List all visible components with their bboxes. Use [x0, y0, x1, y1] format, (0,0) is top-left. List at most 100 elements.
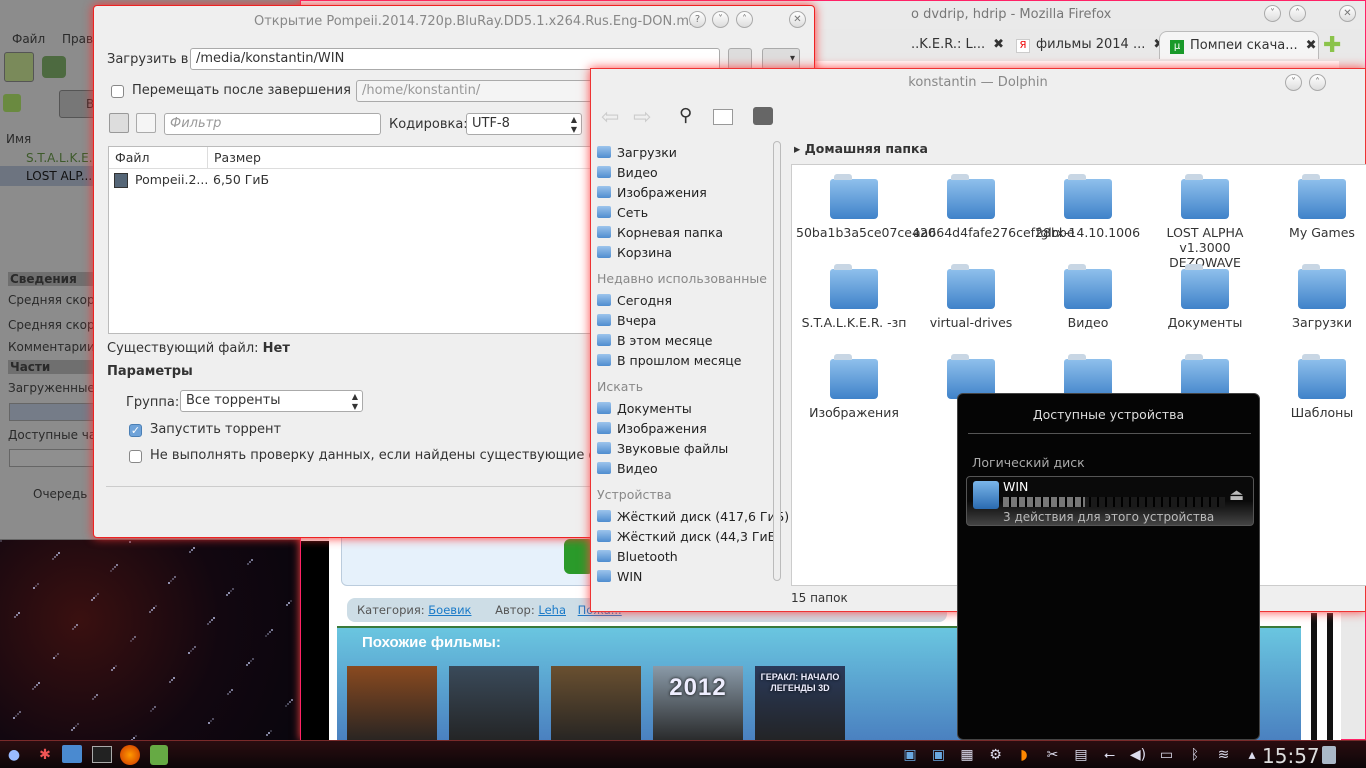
folder-item[interactable]: LOST ALPHA v1.3000 DEZOWAVE — [1147, 174, 1263, 270]
move-to-input[interactable]: /home/konstantin/ — [356, 80, 596, 102]
group-select[interactable]: Все торренты ▲ ▼ — [180, 390, 363, 412]
sidebar-scrollbar[interactable] — [773, 141, 781, 581]
forward-icon[interactable]: ⇨ — [633, 105, 651, 130]
usb-icon[interactable]: ⭠ — [1098, 747, 1122, 763]
file-manager-icon[interactable] — [62, 745, 82, 763]
folder-item[interactable]: Загрузки — [1264, 264, 1366, 330]
folder-item[interactable]: fglrx-14.10.1006 — [1030, 174, 1146, 240]
add-icon[interactable] — [3, 94, 21, 112]
arrow-up-icon[interactable]: ▴ — [1240, 747, 1264, 763]
sidebar-item[interactable]: В этом месяце — [597, 331, 712, 351]
flag-us-icon[interactable]: ▤ — [1069, 747, 1093, 763]
save-to-input[interactable]: /media/konstantin/WIN — [190, 48, 720, 70]
breadcrumb[interactable]: ▸ Домашняя папка — [794, 141, 928, 156]
movie-poster[interactable]: 2012 — [653, 666, 743, 746]
trash-icon[interactable] — [1322, 746, 1336, 764]
folder-item[interactable]: Шаблоны — [1264, 354, 1366, 420]
sidebar-item[interactable]: Загрузки — [597, 143, 677, 163]
start-torrent-checkbox[interactable]: ✓ — [129, 424, 142, 437]
sidebar-item[interactable]: Жёсткий диск (44,3 ГиБ) — [597, 527, 781, 547]
queue-tab[interactable]: Очередь — [33, 487, 87, 501]
menu-file[interactable]: Файл — [12, 32, 45, 46]
close-button[interactable]: ✕ — [789, 11, 806, 28]
filter-input[interactable]: Фильтр — [164, 113, 381, 135]
sidebar-item[interactable]: Документы — [597, 399, 692, 419]
scissors-icon[interactable]: ✂ — [1041, 747, 1065, 763]
tab-yandex[interactable]: Яфильмы 2014 ...✖ — [1006, 31, 1164, 59]
sidebar-item[interactable]: Жёсткий диск (417,6 ГиБ) — [597, 507, 789, 527]
sidebar-item[interactable]: Видео — [597, 459, 658, 479]
move-after-checkbox[interactable] — [111, 85, 124, 98]
tab-pompeii[interactable]: µ Помпеи скача... ✖ — [1159, 31, 1319, 59]
maximize-button[interactable]: ˄ — [736, 11, 753, 28]
display-icon[interactable]: ▭ — [1155, 747, 1179, 763]
new-tab-button[interactable]: ✚ — [1323, 33, 1341, 58]
folder-item[interactable]: Изображения — [796, 354, 912, 420]
volume-icon[interactable]: ◀) — [1126, 747, 1150, 763]
folder-item[interactable]: Документы — [1147, 264, 1263, 330]
movie-poster[interactable] — [551, 666, 641, 746]
minimize-button[interactable]: ˅ — [1285, 74, 1302, 91]
kickoff-menu-icon[interactable]: ● — [4, 747, 24, 763]
folder-item[interactable]: S.T.A.L.K.E.R. -зп — [796, 264, 912, 330]
close-button[interactable]: ✕ — [1339, 5, 1356, 22]
view-mode-icon[interactable] — [713, 109, 733, 125]
device-item-win[interactable]: WIN 3 действия для этого устройства ⏏ — [966, 476, 1254, 526]
add-torrent-toolbar-icon[interactable] — [4, 52, 34, 82]
help-button[interactable]: ? — [689, 11, 706, 28]
window-icon[interactable]: ▦ — [955, 747, 979, 763]
minimize-button[interactable]: ˅ — [1264, 5, 1281, 22]
maximize-button[interactable]: ˄ — [1289, 5, 1306, 22]
browse-folder-button[interactable] — [728, 48, 752, 70]
eject-icon[interactable]: ⏏ — [1229, 485, 1244, 504]
tree-view-icon[interactable] — [109, 113, 129, 133]
minimize-button[interactable]: ˅ — [712, 11, 729, 28]
tab-stalker[interactable]: ..K.E.R.: L... ✖ — [901, 31, 1004, 59]
clock[interactable]: 15:57 — [1262, 744, 1320, 768]
author-link[interactable]: Leha — [538, 603, 566, 617]
plugin-icon[interactable] — [42, 56, 66, 78]
sidebar-item[interactable]: Изображения — [597, 419, 707, 439]
folder-item[interactable]: 50ba1b3a5ce07ce420 — [796, 174, 936, 240]
search-icon[interactable]: ⚲ — [679, 105, 692, 126]
settings-icon[interactable]: ⚙ — [984, 747, 1008, 763]
sidebar-item[interactable]: Сегодня — [597, 291, 672, 311]
android-icon[interactable] — [150, 745, 168, 765]
tab-close-icon[interactable]: ✖ — [993, 37, 1004, 52]
folder-item[interactable]: Видео — [1030, 264, 1146, 330]
sidebar-item[interactable]: Сеть — [597, 203, 648, 223]
sidebar-item[interactable]: В прошлом месяце — [597, 351, 742, 371]
column-file[interactable]: Файл — [115, 147, 150, 169]
tab-close-icon[interactable]: ✖ — [1306, 38, 1317, 53]
folder-item[interactable]: virtual-drives — [913, 264, 1029, 330]
wifi-icon[interactable]: ≋ — [1212, 747, 1236, 763]
back-icon[interactable]: ⇦ — [601, 105, 619, 130]
column-name[interactable]: Имя — [6, 132, 31, 146]
movie-poster[interactable] — [347, 666, 437, 746]
column-size[interactable]: Размер — [207, 147, 261, 169]
kde-icon[interactable]: ✱ — [34, 747, 56, 763]
settings-icon[interactable] — [753, 107, 773, 125]
folder-item[interactable]: My Games — [1264, 174, 1366, 240]
clementine-icon[interactable]: ◗ — [1012, 747, 1036, 763]
sidebar-item[interactable]: Корзина — [597, 243, 672, 263]
torrent-row-selected[interactable]: LOST ALP... — [26, 169, 92, 183]
sidebar-item[interactable]: Bluetooth — [597, 547, 678, 567]
folder-item[interactable]: aa664d4fafe276cef28bbe — [913, 174, 1075, 240]
sidebar-item[interactable]: Звуковые файлы — [597, 439, 728, 459]
sidebar-item[interactable]: Корневая папка — [597, 223, 723, 243]
file-row[interactable]: Pompeii.2... 6,50 ГиБ — [109, 169, 607, 191]
encoding-select[interactable]: UTF-8 ▲ ▼ — [466, 113, 582, 135]
history-dropdown[interactable]: ▾ — [762, 48, 800, 70]
folder-home-icon[interactable]: ▣ — [898, 747, 922, 763]
maximize-button[interactable]: ˄ — [1309, 74, 1326, 91]
list-view-icon[interactable] — [136, 113, 156, 133]
skip-check-checkbox[interactable] — [129, 450, 142, 463]
folder-downloads-icon[interactable]: ▣ — [927, 747, 951, 763]
sidebar-item[interactable]: Вчера — [597, 311, 656, 331]
movie-poster[interactable] — [449, 666, 539, 746]
sidebar-item[interactable]: WIN — [597, 567, 642, 587]
firefox-icon[interactable] — [120, 745, 140, 765]
bluetooth-icon[interactable]: ᛒ — [1183, 747, 1207, 763]
terminal-icon[interactable] — [92, 746, 112, 763]
